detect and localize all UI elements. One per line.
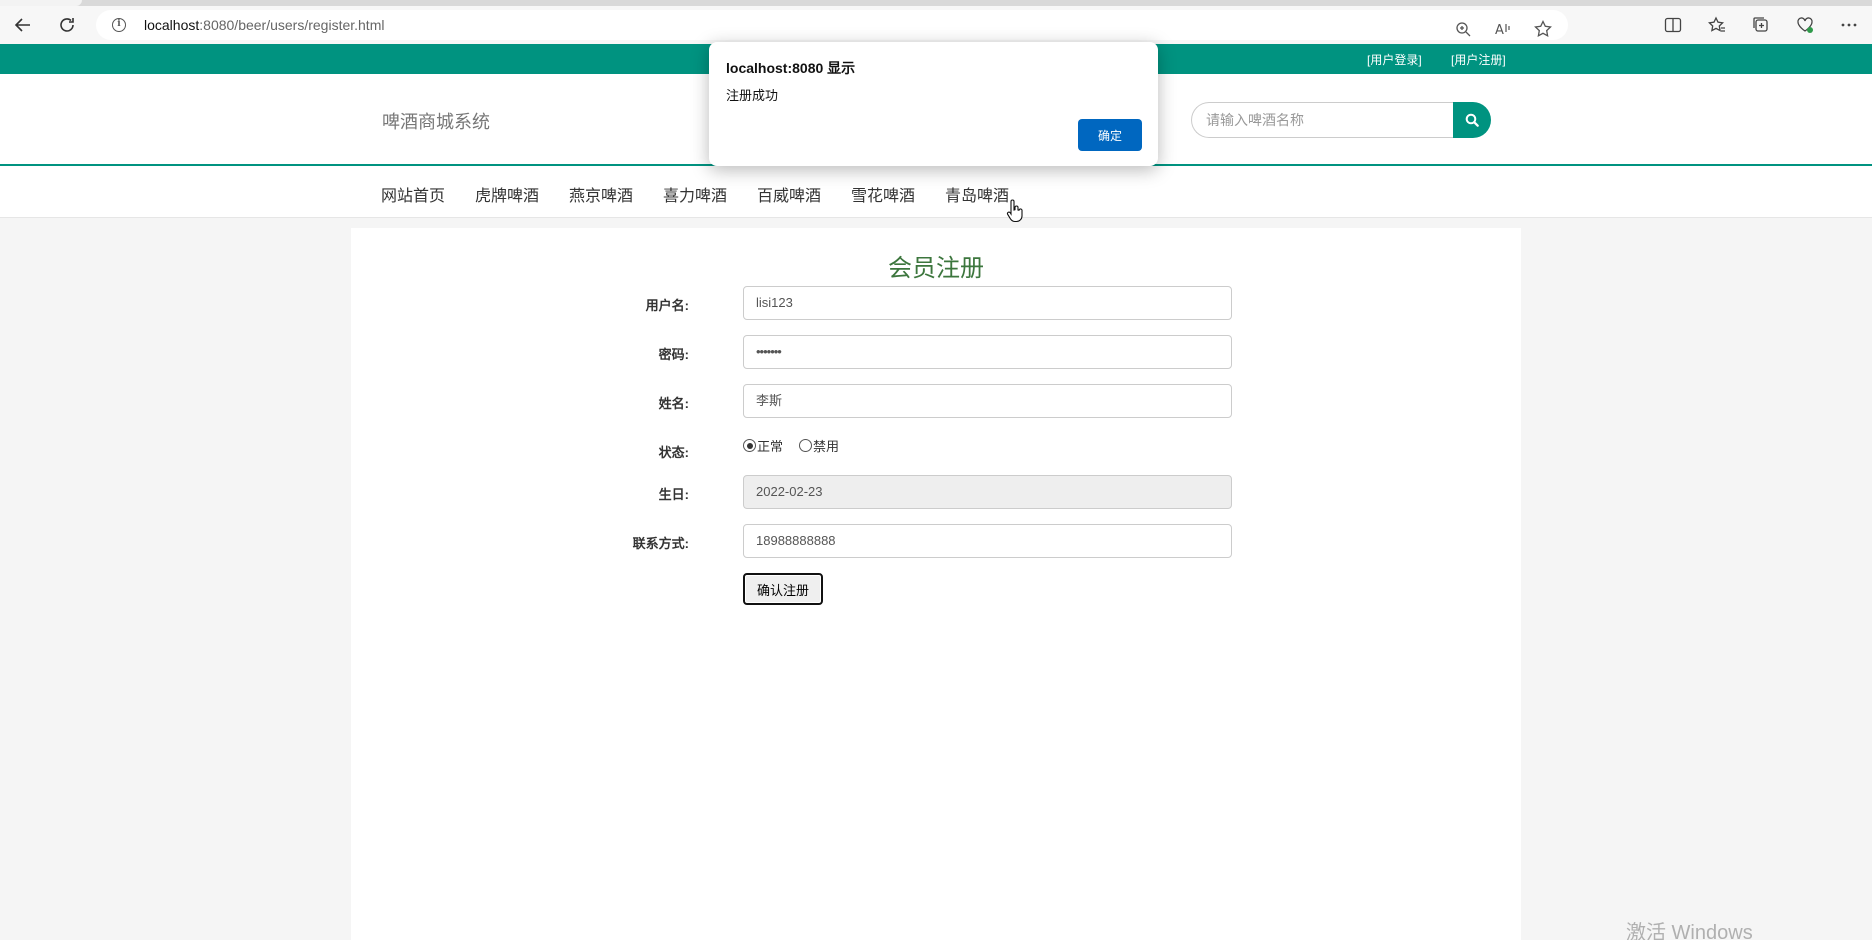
nav-tiger-beer[interactable]: 虎牌啤酒	[475, 182, 539, 206]
favorites-icon[interactable]	[1704, 12, 1730, 38]
search-input[interactable]	[1191, 102, 1454, 138]
search-box	[1191, 102, 1491, 138]
browser-toolbar: i localhost:8080/beer/users/register.htm…	[0, 6, 1872, 44]
read-aloud-icon[interactable]: A	[1490, 16, 1516, 42]
status-normal-label[interactable]: 正常	[757, 436, 783, 455]
status-label: 状态:	[658, 445, 689, 460]
name-label: 姓名:	[658, 396, 689, 411]
refresh-icon[interactable]	[54, 12, 80, 38]
nav-home[interactable]: 网站首页	[381, 182, 445, 206]
phone-input[interactable]: 18988888888	[743, 524, 1232, 558]
svg-text:A: A	[1495, 23, 1504, 37]
username-label: 用户名:	[645, 298, 689, 313]
status-disabled-label[interactable]: 禁用	[813, 436, 839, 455]
url-host: localhost	[144, 17, 200, 33]
windows-activation-watermark: 激活 Windows	[1626, 922, 1753, 940]
username-input[interactable]: lisi123	[743, 286, 1232, 320]
more-menu-icon[interactable]	[1836, 12, 1862, 38]
login-link[interactable]: [用户登录]	[1367, 51, 1422, 68]
register-link[interactable]: [用户注册]	[1451, 51, 1506, 68]
url-path: :8080/beer/users/register.html	[199, 17, 385, 33]
form-title: 会员注册	[888, 255, 984, 282]
nav-tsingtao-beer[interactable]: 青岛啤酒	[945, 182, 1009, 206]
phone-label: 联系方式:	[632, 536, 689, 551]
collections-icon[interactable]	[1748, 12, 1774, 38]
split-screen-icon[interactable]	[1660, 12, 1686, 38]
dialog-ok-button[interactable]: 确定	[1078, 119, 1142, 151]
status-disabled-radio[interactable]	[799, 439, 813, 452]
address-bar[interactable]: i localhost:8080/beer/users/register.htm…	[96, 10, 1568, 40]
back-arrow-icon[interactable]	[10, 12, 36, 38]
password-input[interactable]: •••••••	[743, 335, 1232, 369]
site-info-icon[interactable]: i	[112, 18, 126, 32]
register-panel: 会员注册 用户名: lisi123 密码: ••••••• 姓名: 李斯 状态:…	[351, 228, 1521, 940]
category-nav: 网站首页 虎牌啤酒 燕京啤酒 喜力啤酒 百威啤酒 雪花啤酒 青岛啤酒	[0, 166, 1872, 218]
browser-essentials-icon[interactable]	[1792, 12, 1818, 38]
nav-yanjing-beer[interactable]: 燕京啤酒	[569, 182, 633, 206]
password-label: 密码:	[658, 347, 689, 362]
site-logo[interactable]: 啤酒商城系统	[382, 108, 490, 134]
name-input[interactable]: 李斯	[743, 384, 1232, 418]
birthday-input[interactable]: 2022-02-23	[743, 475, 1232, 509]
search-icon	[1465, 113, 1479, 127]
nav-snow-beer[interactable]: 雪花啤酒	[851, 182, 915, 206]
zoom-icon[interactable]	[1450, 16, 1476, 42]
dialog-message: 注册成功	[726, 88, 779, 103]
alert-dialog: localhost:8080 显示 注册成功 确定	[709, 42, 1158, 166]
hand-cursor-icon	[1006, 199, 1023, 223]
dialog-title: localhost:8080 显示	[726, 60, 856, 76]
status-radio-group: 正常 禁用	[743, 436, 839, 455]
status-normal-radio[interactable]	[743, 439, 756, 452]
birthday-label: 生日:	[658, 487, 689, 502]
url-text[interactable]: localhost:8080/beer/users/register.html	[144, 17, 384, 33]
search-button[interactable]	[1453, 102, 1491, 138]
nav-heineken-beer[interactable]: 喜力啤酒	[663, 182, 727, 206]
nav-budweiser-beer[interactable]: 百威啤酒	[757, 182, 821, 206]
favorite-star-icon[interactable]	[1530, 16, 1556, 42]
confirm-register-button[interactable]: 确认注册	[743, 573, 823, 605]
